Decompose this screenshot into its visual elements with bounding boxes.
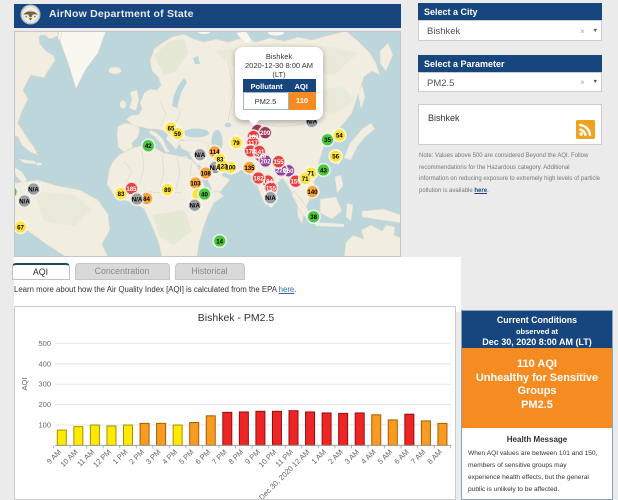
svg-text:7 PM: 7 PM xyxy=(210,447,229,466)
svg-text:155: 155 xyxy=(291,179,302,186)
svg-text:140: 140 xyxy=(307,189,318,196)
svg-text:141: 141 xyxy=(254,149,265,156)
svg-text:56: 56 xyxy=(332,154,339,161)
svg-text:8 PM: 8 PM xyxy=(227,447,246,466)
svg-text:135: 135 xyxy=(244,165,255,172)
svg-text:202: 202 xyxy=(260,158,271,165)
svg-text:103: 103 xyxy=(190,180,201,187)
svg-text:123: 123 xyxy=(217,163,228,170)
svg-text:200: 200 xyxy=(38,400,51,409)
svg-text:10 PM: 10 PM xyxy=(257,447,279,469)
svg-text:54: 54 xyxy=(336,133,343,140)
svg-text:38: 38 xyxy=(310,214,317,221)
svg-text:6 AM: 6 AM xyxy=(392,447,410,465)
svg-text:4 AM: 4 AM xyxy=(359,447,377,465)
svg-text:12 PM: 12 PM xyxy=(91,447,113,469)
svg-text:4 PM: 4 PM xyxy=(160,447,179,466)
svg-text:209: 209 xyxy=(260,130,271,137)
svg-text:184: 184 xyxy=(263,178,274,185)
svg-text:185: 185 xyxy=(126,186,137,193)
svg-text:182: 182 xyxy=(253,175,264,182)
svg-text:83: 83 xyxy=(118,191,125,198)
svg-text:N/A: N/A xyxy=(195,152,206,159)
svg-text:114: 114 xyxy=(210,149,220,156)
svg-text:3 AM: 3 AM xyxy=(343,447,361,465)
svg-text:40: 40 xyxy=(201,191,208,198)
svg-text:2 AM: 2 AM xyxy=(326,447,344,465)
svg-text:59: 59 xyxy=(174,131,181,138)
svg-text:3 PM: 3 PM xyxy=(144,447,163,466)
svg-text:10 AM: 10 AM xyxy=(58,447,79,468)
svg-text:N/A: N/A xyxy=(132,196,143,203)
svg-text:71: 71 xyxy=(302,176,309,183)
svg-text:N/A: N/A xyxy=(189,203,200,210)
svg-text:89: 89 xyxy=(164,187,171,194)
svg-text:42: 42 xyxy=(145,143,152,150)
svg-text:226: 226 xyxy=(276,167,287,174)
svg-text:AQI: AQI xyxy=(20,378,29,391)
svg-text:N/A: N/A xyxy=(28,186,39,193)
svg-text:155: 155 xyxy=(266,185,277,192)
svg-text:5 AM: 5 AM xyxy=(376,447,394,465)
svg-text:N/A: N/A xyxy=(19,198,30,205)
svg-text:1 AM: 1 AM xyxy=(310,447,328,465)
svg-text:400: 400 xyxy=(38,359,51,368)
svg-text:6 PM: 6 PM xyxy=(193,447,212,466)
svg-text:100: 100 xyxy=(38,421,51,430)
svg-text:35: 35 xyxy=(324,137,331,144)
svg-text:79: 79 xyxy=(233,140,240,147)
svg-text:7 AM: 7 AM xyxy=(409,447,427,465)
svg-text:117: 117 xyxy=(248,140,258,147)
svg-text:500: 500 xyxy=(38,339,51,348)
svg-text:N/A: N/A xyxy=(265,195,276,202)
svg-text:43: 43 xyxy=(320,167,327,174)
svg-text:5 PM: 5 PM xyxy=(177,447,196,466)
svg-text:155: 155 xyxy=(274,159,285,166)
svg-text:71: 71 xyxy=(308,170,315,177)
svg-text:108: 108 xyxy=(201,170,212,177)
svg-text:2 PM: 2 PM xyxy=(127,447,146,466)
svg-text:300: 300 xyxy=(38,380,51,389)
svg-text:1 PM: 1 PM xyxy=(111,447,130,466)
svg-text:84: 84 xyxy=(143,196,150,203)
svg-text:67: 67 xyxy=(17,224,24,231)
svg-text:8 AM: 8 AM xyxy=(425,447,443,465)
svg-text:14: 14 xyxy=(216,238,223,245)
